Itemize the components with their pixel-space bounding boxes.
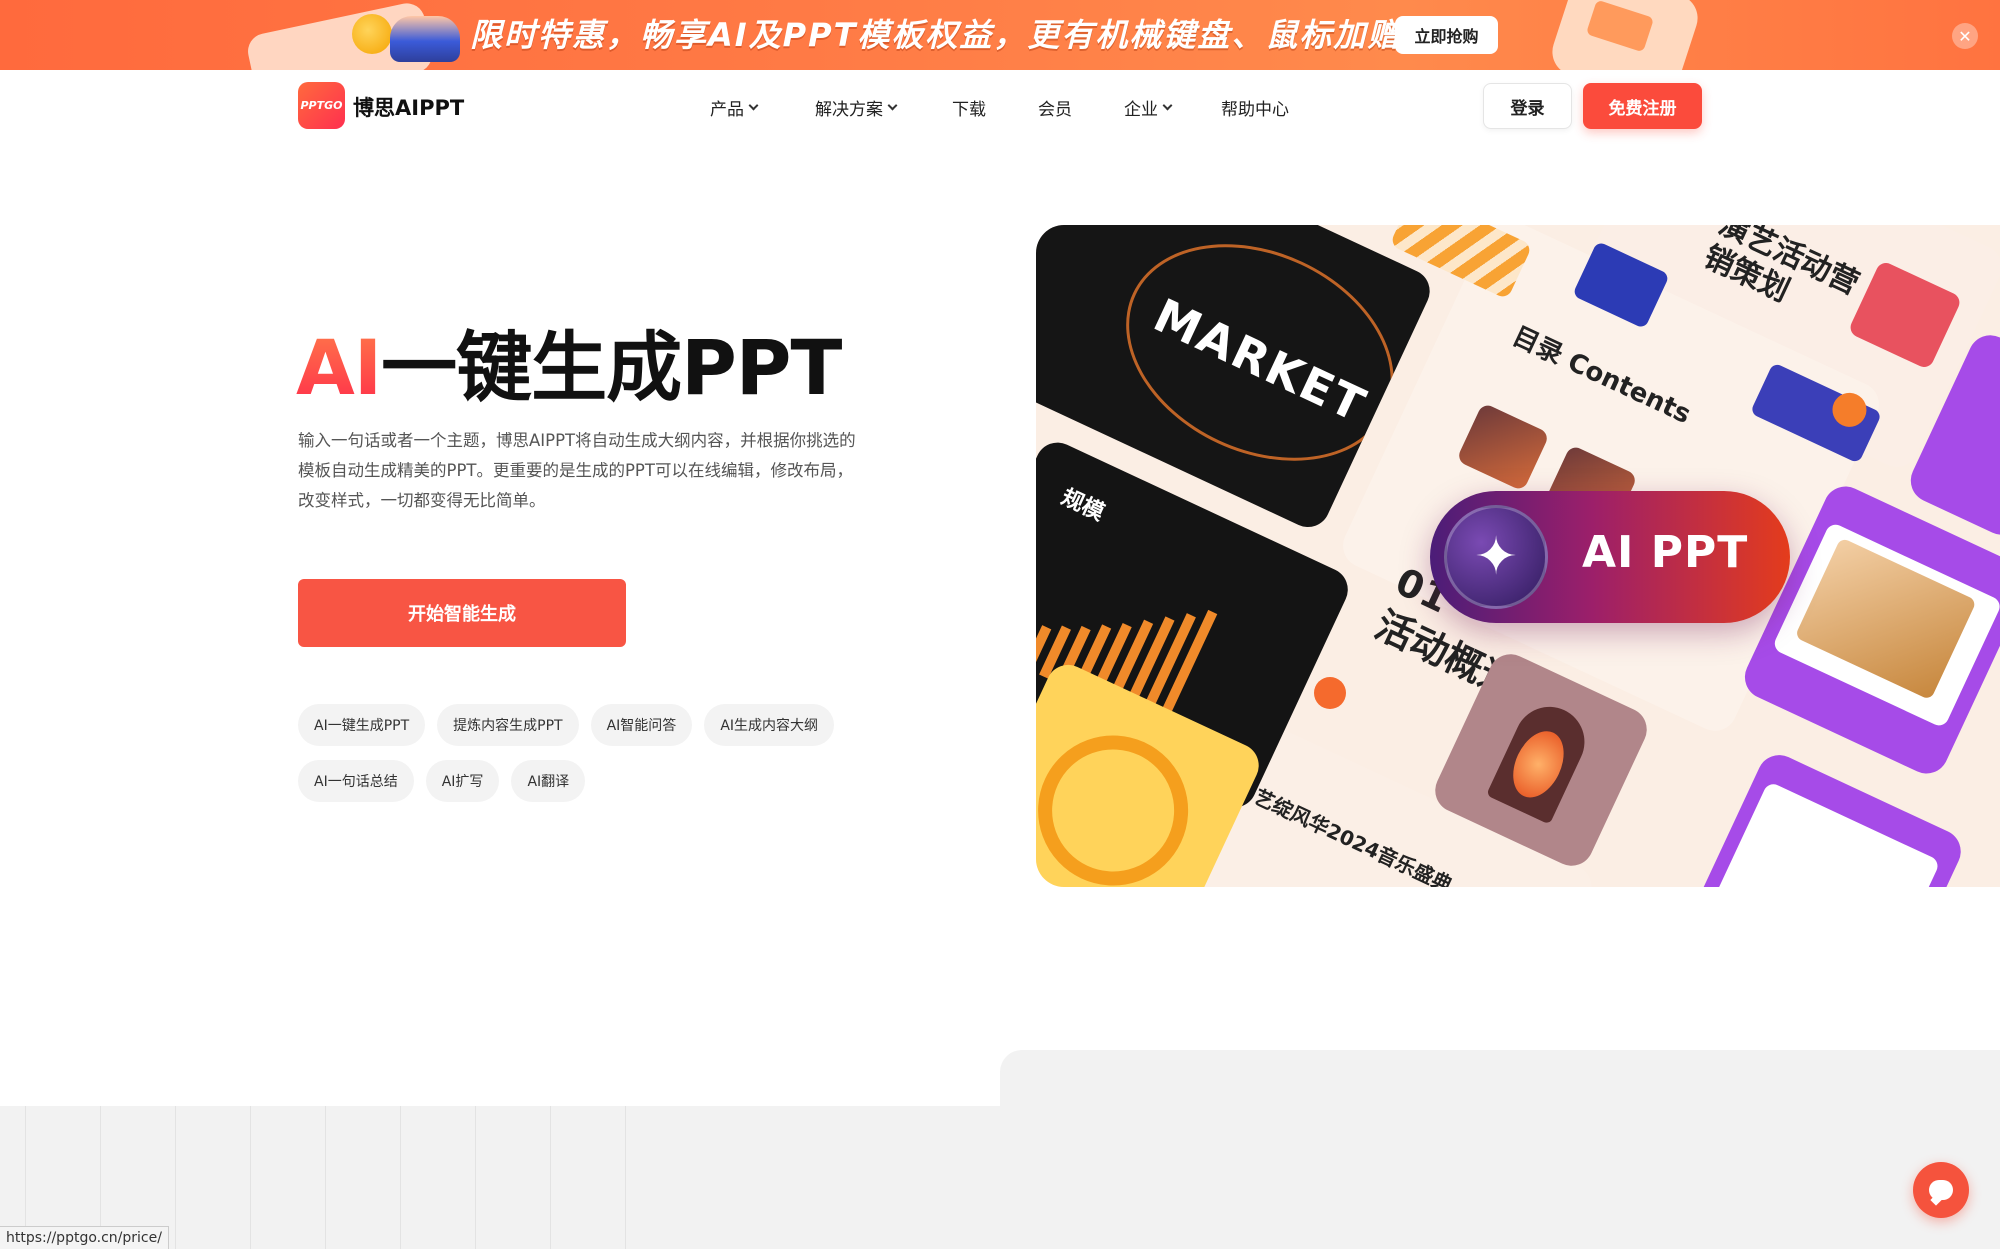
trophy-icon [352,14,392,54]
grid-line [250,1106,251,1249]
promo-buy-button[interactable]: 立即抢购 [1395,16,1498,54]
ai-ppt-badge: ✦ AI PPT [1430,491,1790,623]
orange-dot [1314,677,1346,709]
grid-line [325,1106,326,1249]
site-header: PPTGO 博思AIPPT 产品 解决方案 下载 会员 企业 帮助中心 登录 免… [0,70,2000,142]
register-button[interactable]: 免费注册 [1583,83,1702,129]
login-button[interactable]: 登录 [1483,83,1572,129]
hero-title-ai: AI [296,323,382,412]
logo-icon[interactable]: PPTGO [298,82,345,129]
chip-ai-summary[interactable]: AI一句话总结 [298,760,414,802]
chevron-down-icon [748,100,759,111]
nav-item-enterprise[interactable]: 企业 [1124,95,1173,120]
slide-scale-text: 规模 [1057,484,1108,527]
feature-chips: AI一键生成PPT 提炼内容生成PPT AI智能问答 AI生成内容大纲 AI一句… [298,704,858,802]
promo-character-illustration [390,16,460,62]
next-section-panel [1000,1050,2000,1249]
logo-text[interactable]: 博思AIPPT [353,92,464,122]
ai-ppt-label: AI PPT [1582,527,1749,578]
chip-ai-outline[interactable]: AI生成内容大纲 [704,704,835,746]
grid-line [475,1106,476,1249]
nav-item-label: 解决方案 [815,100,883,120]
grid-line [175,1106,176,1249]
hero-title-rest: 一键生成PPT [381,323,842,412]
grid-line [625,1106,626,1249]
nav-item-solutions[interactable]: 解决方案 [815,95,898,120]
nav-item-label: 帮助中心 [1221,100,1289,120]
chip-ai-expand[interactable]: AI扩写 [425,760,500,802]
nav-item-label: 企业 [1124,100,1158,120]
start-generate-button[interactable]: 开始智能生成 [298,579,626,647]
nav-item-membership[interactable]: 会员 [1038,95,1072,120]
hero-description: 输入一句话或者一个主题，博思AIPPT将自动生成大纲内容，并根据你挑选的模板自动… [298,431,856,510]
nav-item-label: 会员 [1038,100,1072,120]
main-nav: 产品 解决方案 下载 会员 企业 帮助中心 [710,95,1289,120]
chip-ai-one-click-ppt[interactable]: AI一键生成PPT [298,704,426,746]
chip-extract-content-ppt[interactable]: 提炼内容生成PPT [437,704,579,746]
close-icon[interactable]: ✕ [1952,23,1978,49]
hero-title: AI一键生成PPT [296,306,842,416]
grid-line [550,1106,551,1249]
promo-text: 限时特惠，畅享AI及PPT模板权益，更有机械键盘、鼠标加赠 [470,16,1402,54]
chat-button[interactable] [1913,1162,1969,1218]
nav-item-label: 产品 [710,100,744,120]
grid-line [400,1106,401,1249]
chip-ai-translate[interactable]: AI翻译 [511,760,586,802]
nav-item-download[interactable]: 下载 [952,95,986,120]
nav-item-help-center[interactable]: 帮助中心 [1221,95,1289,120]
promo-banner[interactable]: 限时特惠，畅享AI及PPT模板权益，更有机械键盘、鼠标加赠 立即抢购 ✕ [0,0,2000,70]
nav-item-label: 下载 [952,100,986,120]
ring-graphic [1036,710,1213,887]
chevron-down-icon [887,100,898,111]
chevron-down-icon [1162,100,1173,111]
status-bar-url: https://pptgo.cn/price/ [0,1226,169,1249]
chip-ai-qa[interactable]: AI智能问答 [590,704,693,746]
chat-bubble-icon [1929,1180,1953,1200]
phone-screen [1705,780,1941,887]
sparkle-icon: ✦ [1444,505,1548,609]
nav-item-products[interactable]: 产品 [710,95,759,120]
